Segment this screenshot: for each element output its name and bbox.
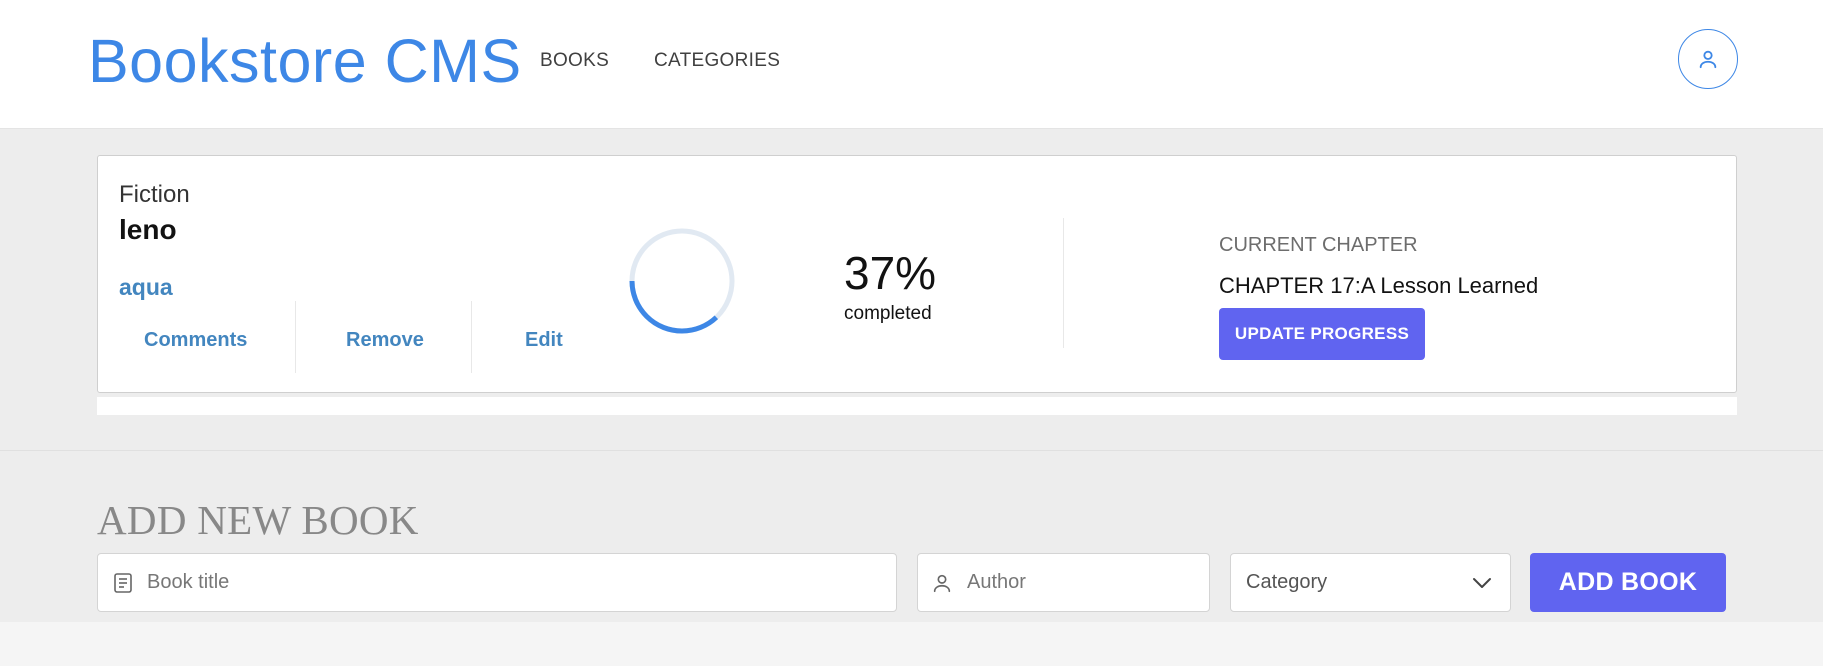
book-actions: Comments Remove Edit (119, 301, 599, 373)
app-header: Bookstore CMS BOOKS CATEGORIES (0, 0, 1823, 129)
book-title: leno (119, 214, 177, 245)
section-separator (0, 450, 1823, 451)
book-title-field[interactable] (97, 553, 897, 612)
comments-button[interactable]: Comments (144, 329, 247, 352)
section-divider (1063, 218, 1064, 348)
current-chapter-label: CURRENT CHAPTER (1219, 234, 1418, 256)
main-content: Fiction leno aqua Comments Remove Edit 3… (0, 129, 1823, 622)
brand-logo[interactable]: Bookstore CMS (88, 26, 522, 96)
book-icon (113, 572, 133, 594)
book-genre: Fiction (119, 181, 190, 208)
add-book-heading: ADD NEW BOOK (97, 497, 419, 543)
progress-completed-label: completed (844, 303, 932, 324)
nav-categories[interactable]: CATEGORIES (654, 50, 780, 72)
edit-button[interactable]: Edit (525, 329, 563, 352)
user-icon (931, 572, 953, 594)
add-book-button[interactable]: ADD BOOK (1530, 553, 1726, 612)
update-progress-button[interactable]: UPDATE PROGRESS (1219, 308, 1425, 360)
book-author: aqua (119, 274, 173, 300)
author-input[interactable] (967, 571, 1209, 594)
nav-books[interactable]: BOOKS (540, 50, 609, 72)
user-profile-button[interactable] (1678, 29, 1738, 89)
progress-ring (629, 228, 735, 334)
user-icon (1699, 50, 1717, 69)
category-select-value: Category (1246, 571, 1328, 593)
book-card: Fiction leno aqua Comments Remove Edit 3… (97, 155, 1737, 393)
progress-percent: 37% (844, 247, 937, 299)
current-chapter-name: CHAPTER 17:A Lesson Learned (1219, 273, 1539, 298)
action-divider (295, 301, 296, 373)
category-select[interactable]: Category (1230, 553, 1511, 612)
author-field[interactable] (917, 553, 1210, 612)
chevron-down-icon (1472, 577, 1492, 589)
book-title-input[interactable] (147, 571, 896, 594)
remove-button[interactable]: Remove (346, 329, 424, 352)
card-underlay (97, 397, 1737, 415)
action-divider (471, 301, 472, 373)
